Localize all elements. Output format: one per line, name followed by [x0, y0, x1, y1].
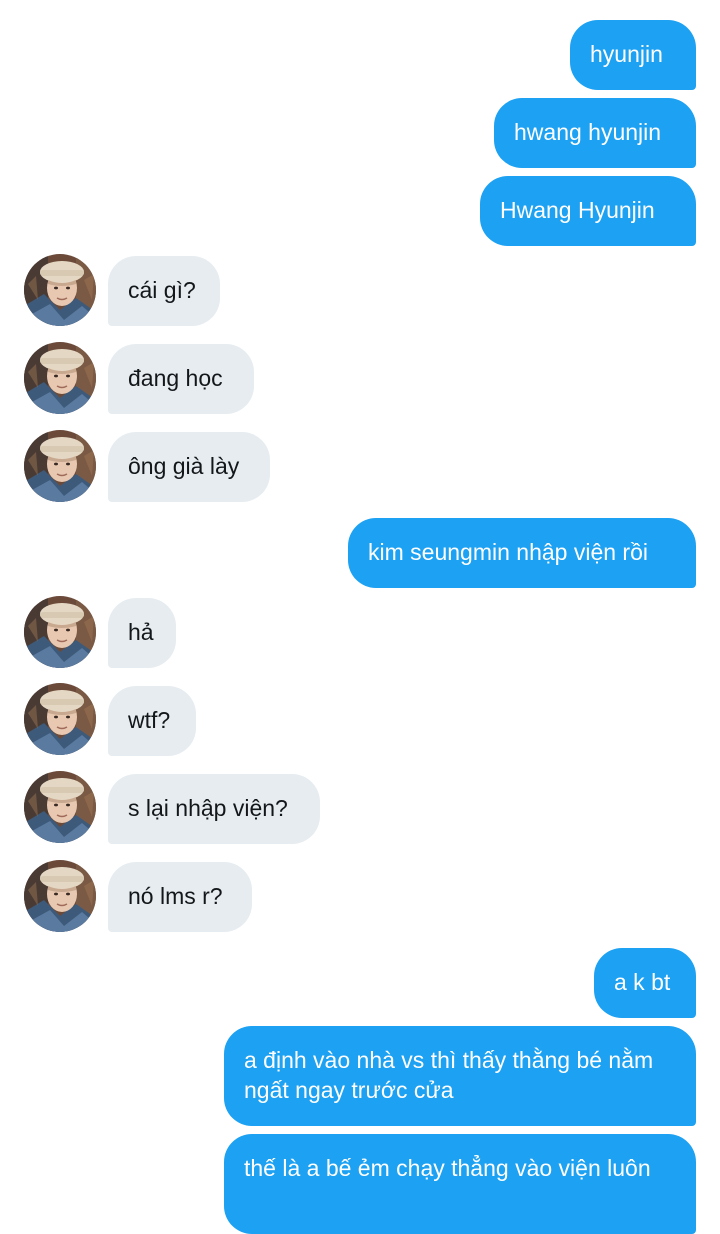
received-message-bubble[interactable]: s lại nhập viện?	[108, 774, 320, 844]
avatar-photo-icon	[24, 254, 96, 326]
sent-message-bubble[interactable]: hwang hyunjin	[494, 98, 696, 168]
avatar-photo-icon	[24, 771, 96, 843]
avatar-photo-icon	[24, 683, 96, 755]
sent-message-bubble[interactable]: a k bt	[594, 948, 696, 1018]
received-message-bubble[interactable]: hả	[108, 598, 176, 668]
contact-avatar[interactable]	[24, 860, 96, 932]
avatar-photo-icon	[24, 342, 96, 414]
sent-message-bubble[interactable]: kim seungmin nhập viện rồi	[348, 518, 696, 588]
received-message-bubble[interactable]: wtf?	[108, 686, 196, 756]
received-message-bubble[interactable]: nó lms r?	[108, 862, 252, 932]
avatar-photo-icon	[24, 430, 96, 502]
received-message-bubble[interactable]: đang học	[108, 344, 254, 414]
contact-avatar[interactable]	[24, 596, 96, 668]
contact-avatar[interactable]	[24, 342, 96, 414]
received-message-bubble[interactable]: ông già lày	[108, 432, 270, 502]
sent-message-bubble[interactable]: Hwang Hyunjin	[480, 176, 696, 246]
message-thread: hyunjin hwang hyunjin Hwang Hyunjin cái …	[0, 0, 720, 1234]
contact-avatar[interactable]	[24, 254, 96, 326]
sent-message-bubble[interactable]: a định vào nhà vs thì thấy thằng bé nằm …	[224, 1026, 696, 1126]
contact-avatar[interactable]	[24, 430, 96, 502]
avatar-photo-icon	[24, 596, 96, 668]
contact-avatar[interactable]	[24, 683, 96, 755]
avatar-photo-icon	[24, 860, 96, 932]
sent-message-bubble[interactable]: thế là a bế ẻm chạy thẳng vào viện luôn	[224, 1134, 696, 1234]
contact-avatar[interactable]	[24, 771, 96, 843]
received-message-bubble[interactable]: cái gì?	[108, 256, 220, 326]
sent-message-bubble[interactable]: hyunjin	[570, 20, 696, 90]
